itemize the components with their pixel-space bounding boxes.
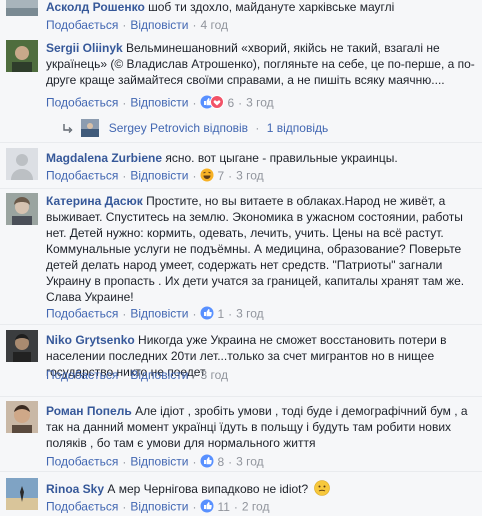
- comment-author[interactable]: Роман Попель: [46, 404, 132, 418]
- reply-verb: відповів: [203, 120, 249, 135]
- comment-author[interactable]: Rinoa Sky: [46, 482, 104, 496]
- reaction-count[interactable]: 11: [217, 500, 229, 514]
- comment: Роман Попель Але ідіот , зробіть умови ,…: [0, 401, 482, 469]
- comment: Катерина Дасюк Простите, но вы витаете в…: [0, 193, 482, 321]
- like-button[interactable]: Подобається: [46, 18, 118, 32]
- reply-button[interactable]: Відповісти: [130, 96, 188, 110]
- reaction-count[interactable]: 7: [217, 169, 224, 183]
- avatar[interactable]: [6, 330, 38, 362]
- reaction-count[interactable]: 6: [227, 96, 234, 110]
- comment-text: А мер Чернігова випадково не idiot?: [104, 482, 309, 497]
- comment-timestamp[interactable]: 2 год: [242, 500, 270, 514]
- divider: [0, 471, 482, 472]
- avatar: [81, 118, 100, 137]
- reply-button[interactable]: Відповісти: [130, 500, 188, 514]
- comment-author[interactable]: Niko Grytsenko: [46, 333, 135, 347]
- reply-button[interactable]: Відповісти: [130, 169, 188, 183]
- comment: Magdalena Zurbiene ясно. вот цыгане - пр…: [0, 148, 482, 184]
- like-button[interactable]: Подобається: [46, 169, 118, 183]
- comment: Sergii Oliinyk Вельминешановний «хворий,…: [0, 40, 482, 110]
- reactions[interactable]: [200, 499, 214, 516]
- comment-author[interactable]: Асколд Рошенко: [46, 0, 145, 14]
- comment-author[interactable]: Magdalena Zurbiene: [46, 151, 162, 165]
- reactions[interactable]: [200, 454, 214, 471]
- like-button[interactable]: Подобається: [46, 455, 118, 469]
- comment: Rinoa Sky А мер Чернігова випадково не i…: [0, 478, 482, 515]
- comment-timestamp[interactable]: 3 год: [236, 455, 264, 469]
- comment: Асколд Рошенко шоб ти здохло, майдануте …: [0, 0, 482, 36]
- reaction-count[interactable]: 8: [217, 455, 224, 469]
- view-replies-link[interactable]: Sergey Petrovich відповів · 1 відповідь: [62, 118, 472, 137]
- reactions[interactable]: [200, 168, 214, 185]
- avatar[interactable]: [6, 0, 38, 16]
- avatar[interactable]: [6, 148, 38, 180]
- like-button[interactable]: Подобається: [46, 500, 118, 514]
- avatar[interactable]: [6, 478, 38, 510]
- confused-emoji-icon: [313, 480, 330, 500]
- like-button[interactable]: Подобається: [46, 96, 118, 110]
- avatar[interactable]: [6, 401, 38, 433]
- reply-button[interactable]: Відповісти: [130, 368, 188, 382]
- comment-timestamp[interactable]: 3 год: [236, 307, 264, 321]
- comment-text: шоб ти здохло, майдануте харківське мауг…: [144, 0, 395, 14]
- comment-author[interactable]: Sergii Oliinyk: [46, 41, 123, 55]
- comment-timestamp[interactable]: 4 год: [200, 18, 228, 32]
- avatar[interactable]: [6, 193, 38, 225]
- comment-text: Простите, но вы витаете в облаках.Народ …: [46, 194, 465, 304]
- reactions[interactable]: [200, 95, 225, 112]
- divider: [0, 324, 482, 325]
- reply-count[interactable]: 1 відповідь: [267, 121, 329, 135]
- reply-button[interactable]: Відповісти: [130, 18, 188, 32]
- comment-timestamp[interactable]: 3 год: [200, 368, 228, 382]
- divider: [0, 188, 482, 189]
- divider: [0, 396, 482, 397]
- reaction-count[interactable]: 1: [217, 307, 224, 321]
- reply-arrow-icon: [62, 121, 77, 135]
- divider: [0, 142, 482, 143]
- like-button[interactable]: Подобається: [46, 368, 118, 382]
- reply-button[interactable]: Відповісти: [130, 307, 188, 321]
- like-button[interactable]: Подобається: [46, 307, 118, 321]
- comment-timestamp[interactable]: 3 год: [246, 96, 274, 110]
- comment: Niko Grytsenko Никогда уже Украина не см…: [0, 330, 482, 386]
- comment-timestamp[interactable]: 3 год: [236, 169, 264, 183]
- comment-author[interactable]: Катерина Дасюк: [46, 194, 143, 208]
- reply-author[interactable]: Sergey Petrovich: [109, 121, 200, 135]
- reply-button[interactable]: Відповісти: [130, 455, 188, 469]
- comment-text: ясно. вот цыгане - правильные украинцы.: [162, 151, 398, 165]
- avatar[interactable]: [6, 40, 38, 72]
- reactions[interactable]: [200, 306, 214, 323]
